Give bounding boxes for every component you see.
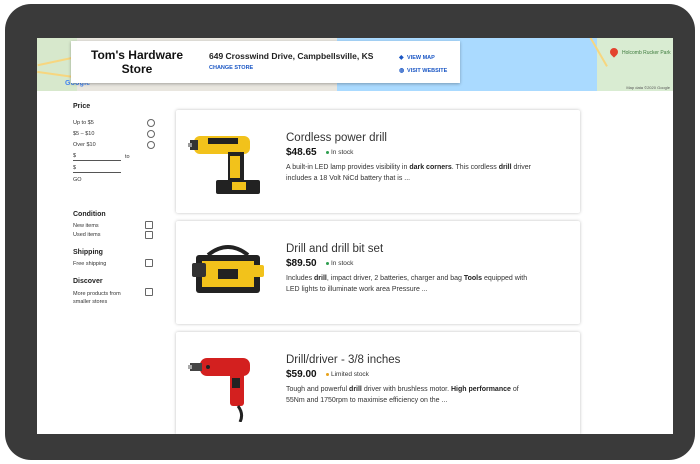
store-card: Tom's Hardware Store 649 Crosswind Drive… [71,41,460,83]
drill-set-bag-image [192,245,264,293]
stock-status: In stock [326,260,353,267]
price-to-label: to [125,154,130,160]
view-map-link[interactable]: ◆ VIEW MAP [399,54,435,61]
max-price-prefix: $ [73,165,77,171]
stock-dot-icon [326,150,329,154]
device-frame: Holcomb Rucker Park Google Map data ©202… [5,4,695,460]
free-shipping-checkbox[interactable] [145,259,153,267]
map-land [597,38,673,91]
screen: Holcomb Rucker Park Google Map data ©202… [37,38,673,434]
cordless-drill-image [188,136,260,194]
stock-dot-icon [326,372,329,376]
price-go-button[interactable]: GO [73,177,82,183]
product-price: $59.00 [286,369,317,380]
condition-heading: Condition [73,211,106,218]
condition-new-checkbox[interactable] [145,221,153,229]
product-card[interactable]: Drill and drill bit set $89.50 In stock … [176,221,580,324]
shipping-option-label: Free shipping [73,261,107,267]
visit-website-label: VISIT WEBSITE [407,68,448,74]
stock-label: In stock [331,149,354,156]
min-price-prefix: $ [73,153,77,159]
map-attribution: Map data ©2020 Google [626,85,670,90]
stock-status: In stock [326,149,353,156]
stock-status: Limited stock [326,371,369,378]
discover-heading: Discover [73,278,103,285]
product-card[interactable]: Drill/driver - 3/8 inches $59.00 Limited… [176,332,580,434]
smaller-stores-checkbox[interactable] [145,288,153,296]
product-title[interactable]: Cordless power drill [286,132,387,144]
product-description: Includes drill, impact driver, 2 batteri… [286,275,528,293]
product-card[interactable]: Cordless power drill $48.65 In stock A b… [176,110,580,213]
product-price: $89.50 [286,258,317,269]
price-option-label: Over $10 [73,142,96,148]
condition-option-label: New items [73,223,99,229]
product-price: $48.65 [286,147,317,158]
store-address: 649 Crosswind Drive, Campbellsville, KS [209,51,374,61]
shipping-heading: Shipping [73,249,103,256]
condition-used-checkbox[interactable] [145,231,153,239]
price-option-label: $5 – $10 [73,131,95,137]
product-title[interactable]: Drill and drill bit set [286,243,383,255]
view-map-label: VIEW MAP [407,55,435,61]
price-option-radio[interactable] [147,141,155,149]
visit-website-link[interactable]: ◍ VISIT WEBSITE [399,67,447,74]
map-banner[interactable]: Holcomb Rucker Park Google Map data ©202… [37,38,673,91]
corded-drill-image [188,358,250,422]
price-option-radio[interactable] [147,119,155,127]
product-title[interactable]: Drill/driver - 3/8 inches [286,354,400,366]
discover-option-label: More products from smaller stores [73,291,121,305]
stock-dot-icon [326,261,329,265]
stock-label: Limited stock [331,371,369,378]
product-description: Tough and powerful drill driver with bru… [286,386,519,404]
store-name: Tom's Hardware Store [91,48,183,76]
map-pin-label: Holcomb Rucker Park [622,50,671,56]
globe-icon: ◍ [399,68,405,74]
price-heading: Price [73,103,91,110]
max-price-input[interactable]: $ [73,165,121,173]
min-price-input[interactable]: $ [73,153,121,161]
price-option-label: Up to $5 [73,120,94,126]
diamond-direction-icon: ◆ [399,55,404,61]
price-option-radio[interactable] [147,130,155,138]
condition-option-label: Used items [73,232,101,238]
change-store-link[interactable]: CHANGE STORE [209,65,253,71]
stock-label: In stock [331,260,354,267]
product-description: A built-in LED lamp provides visibility … [286,164,531,182]
